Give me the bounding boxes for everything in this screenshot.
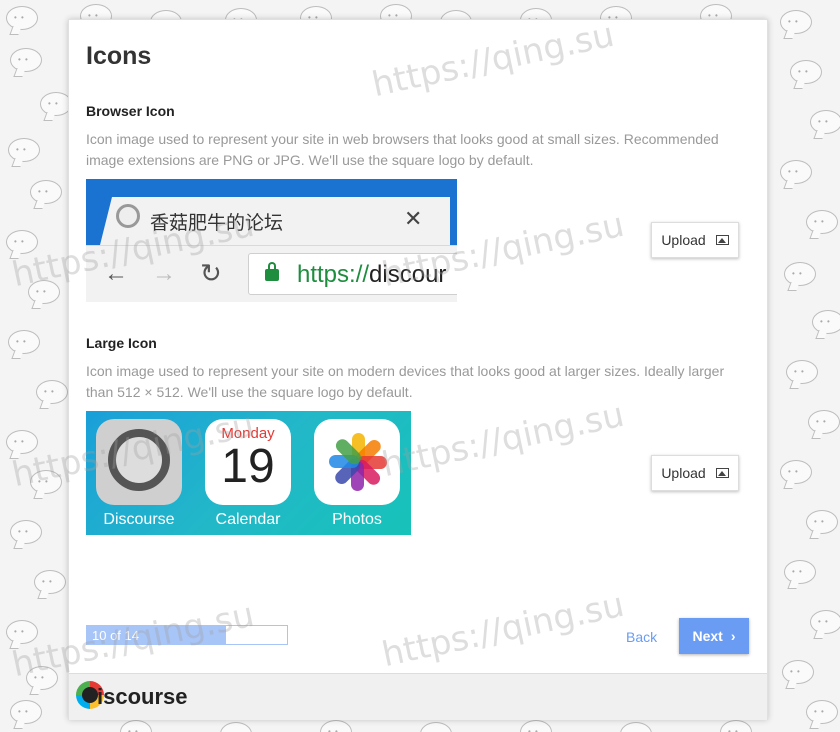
progress-text: 10 of 14 <box>92 628 139 643</box>
large-icon-description: Icon image used to represent your site o… <box>86 363 725 400</box>
chat-bubble-icon: • • <box>780 10 812 34</box>
chat-bubble-icon: • • <box>780 160 812 184</box>
chat-bubble-icon: • • <box>26 666 58 690</box>
photos-app-icon <box>314 419 400 505</box>
calendar-app-icon: Monday 19 <box>205 419 291 505</box>
url-scheme: https:// <box>297 261 370 288</box>
logo-text: iscourse <box>97 684 188 709</box>
url-text: https://discour <box>297 261 446 289</box>
large-icon-title: Large Icon <box>86 335 157 351</box>
wizard-progress-bar: 10 of 14 <box>86 625 288 645</box>
chat-bubble-icon: • • <box>220 722 252 732</box>
chat-bubble-icon: • • <box>806 210 838 234</box>
chat-bubble-icon: • • <box>320 720 352 732</box>
discourse-app-icon <box>96 419 182 505</box>
url-host: discour <box>369 261 447 288</box>
large-icon-preview: Discourse Monday 19 Calendar Photos <box>86 411 411 535</box>
arrow-right-icon: → <box>152 260 176 287</box>
chat-bubble-icon: • • <box>10 48 42 72</box>
app-photos: Photos <box>314 419 400 529</box>
browser-icon-preview: 香菇肥牛的论坛 ✕ ← → ↻ https://discour <box>86 179 457 302</box>
large-icon-upload-button[interactable]: Upload <box>651 455 739 491</box>
browser-icon-description: Icon image used to represent your site i… <box>86 131 719 168</box>
chat-bubble-icon: • • <box>10 520 42 544</box>
lock-icon <box>265 262 279 281</box>
app-label-discourse: Discourse <box>103 511 175 528</box>
chat-bubble-icon: • • <box>420 722 452 732</box>
browser-icon-upload-button[interactable]: Upload <box>651 222 739 258</box>
reload-icon: ↻ <box>200 258 222 288</box>
chat-bubble-icon: • • <box>120 720 152 732</box>
chat-bubble-icon: • • <box>806 700 838 724</box>
chat-bubble-icon: • • <box>810 610 840 634</box>
site-favicon-icon <box>116 204 140 228</box>
chat-bubble-icon: • • <box>806 510 838 534</box>
chat-bubble-icon: • • <box>6 430 38 454</box>
chevron-right-icon: › <box>730 628 736 644</box>
image-icon <box>715 235 729 245</box>
chat-bubble-icon: • • <box>784 560 816 584</box>
chat-bubble-icon: • • <box>30 180 62 204</box>
upload-label: Upload <box>661 465 706 481</box>
browser-toolbar: ← → ↻ https://discour <box>86 245 457 302</box>
chat-bubble-icon: • • <box>810 110 840 134</box>
chat-bubble-icon: • • <box>6 620 38 644</box>
chat-bubble-icon: • • <box>808 410 840 434</box>
next-label: Next <box>692 628 723 644</box>
chat-bubble-icon: • • <box>520 720 552 732</box>
chat-bubble-icon: • • <box>780 460 812 484</box>
chat-bubble-icon: • • <box>720 720 752 732</box>
wizard-modal: Icons Browser Icon Icon image used to re… <box>68 19 768 720</box>
chat-bubble-icon: • • <box>6 230 38 254</box>
chat-bubble-icon: • • <box>30 470 62 494</box>
browser-icon-title: Browser Icon <box>86 103 175 119</box>
chat-bubble-icon: • • <box>790 60 822 84</box>
browser-tab-title: 香菇肥牛的论坛 <box>150 212 284 234</box>
arrow-left-icon: ← <box>104 260 128 287</box>
close-icon: ✕ <box>404 206 423 231</box>
chat-bubble-icon: • • <box>782 660 814 684</box>
chat-bubble-icon: • • <box>620 722 652 732</box>
chat-bubble-icon: • • <box>8 330 40 354</box>
chat-bubble-icon: • • <box>34 570 66 594</box>
modal-footer: iscourse <box>69 673 767 720</box>
chat-bubble-icon: • • <box>6 6 38 30</box>
chat-bubble-icon: • • <box>28 280 60 304</box>
app-discourse: Discourse <box>96 419 182 529</box>
back-button[interactable]: Back <box>626 629 657 645</box>
next-button[interactable]: Next › <box>679 618 749 654</box>
app-label-photos: Photos <box>332 511 382 528</box>
upload-label: Upload <box>661 232 706 248</box>
chat-bubble-icon: • • <box>8 138 40 162</box>
app-label-calendar: Calendar <box>215 511 281 528</box>
calendar-day: 19 <box>221 440 275 493</box>
address-bar: https://discour <box>248 253 457 295</box>
image-icon <box>715 468 729 478</box>
page-title: Icons <box>86 42 152 70</box>
chat-bubble-icon: • • <box>784 262 816 286</box>
chat-bubble-icon: • • <box>786 360 818 384</box>
app-calendar: Monday 19 Calendar <box>205 419 291 529</box>
chat-bubble-icon: • • <box>36 380 68 404</box>
chat-bubble-icon: • • <box>10 700 42 724</box>
chat-bubble-icon: • • <box>812 310 840 334</box>
